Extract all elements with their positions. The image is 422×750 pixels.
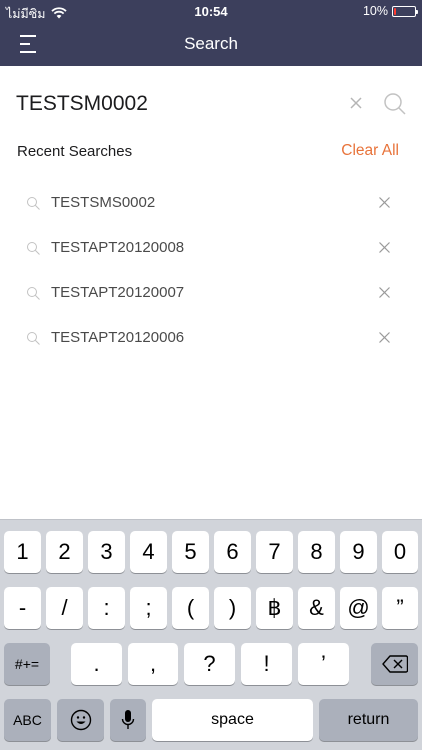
keyboard: 1 2 3 4 5 6 7 8 9 0 - / : ; ( ) ฿ & @ ” … [0,519,422,750]
list-item[interactable]: TESTAPT20120007 [0,270,422,315]
recent-searches-header: Recent Searches Clear All [0,136,422,168]
recent-searches-list: TESTSMS0002 TESTAPT20120008 TESTAPT20120… [0,180,422,360]
key-comma[interactable]: , [128,643,178,685]
key-close-paren[interactable]: ) [214,587,251,629]
key-at[interactable]: @ [340,587,377,629]
key-open-paren[interactable]: ( [172,587,209,629]
search-icon [26,286,41,301]
key-space[interactable]: space [152,699,313,741]
key-5[interactable]: 5 [172,531,209,573]
key-exclamation[interactable]: ! [241,643,292,685]
key-0[interactable]: 0 [382,531,418,573]
close-icon[interactable] [346,93,366,113]
status-bar: ไม่มีซิม 10:54 10% [0,0,422,22]
key-1[interactable]: 1 [4,531,41,573]
nav-bar: Search [0,22,422,66]
status-right: 10% [362,4,418,18]
list-item-label: TESTAPT20120008 [51,239,185,256]
key-abc[interactable]: ABC [4,699,51,741]
battery-percent: 10% [362,4,388,18]
key-6[interactable]: 6 [214,531,251,573]
key-quote[interactable]: ” [382,587,418,629]
page-title: Search [184,34,238,53]
status-time: 10:54 [194,4,228,19]
search-input[interactable] [16,88,316,120]
key-baht[interactable]: ฿ [256,587,293,629]
backspace-icon[interactable] [371,643,418,685]
key-ampersand[interactable]: & [298,587,335,629]
search-icon [26,331,41,346]
emoji-icon[interactable] [57,699,104,741]
key-return[interactable]: return [319,699,418,741]
search-icon [26,196,41,211]
list-item[interactable]: TESTSMS0002 [0,180,422,225]
key-slash[interactable]: / [46,587,83,629]
microphone-icon[interactable] [110,699,146,741]
list-item[interactable]: TESTAPT20120008 [0,225,422,270]
list-item-label: TESTAPT20120007 [51,284,185,301]
remove-icon[interactable] [378,331,391,344]
key-8[interactable]: 8 [298,531,335,573]
key-question[interactable]: ? [184,643,235,685]
key-9[interactable]: 9 [340,531,377,573]
key-3[interactable]: 3 [88,531,125,573]
key-period[interactable]: . [71,643,122,685]
search-icon[interactable] [382,91,408,117]
remove-icon[interactable] [378,196,391,209]
key-2[interactable]: 2 [46,531,83,573]
search-bar [0,66,422,136]
battery-icon [392,5,418,17]
key-colon[interactable]: : [88,587,125,629]
key-symbols-toggle[interactable]: #+= [4,643,50,685]
key-7[interactable]: 7 [256,531,293,573]
key-apostrophe[interactable]: ’ [298,643,349,685]
list-item[interactable]: TESTAPT20120006 [0,315,422,360]
clear-all-button[interactable]: Clear All [341,142,399,160]
key-semicolon[interactable]: ; [130,587,167,629]
remove-icon[interactable] [378,241,391,254]
remove-icon[interactable] [378,286,391,299]
key-4[interactable]: 4 [130,531,167,573]
key-hyphen[interactable]: - [4,587,41,629]
recent-searches-title: Recent Searches [17,143,133,160]
list-item-label: TESTSMS0002 [51,194,156,211]
list-item-label: TESTAPT20120006 [51,329,185,346]
search-icon [26,241,41,256]
app-header: ไม่มีซิม 10:54 10% Search [0,0,422,66]
battery-level [394,7,396,15]
